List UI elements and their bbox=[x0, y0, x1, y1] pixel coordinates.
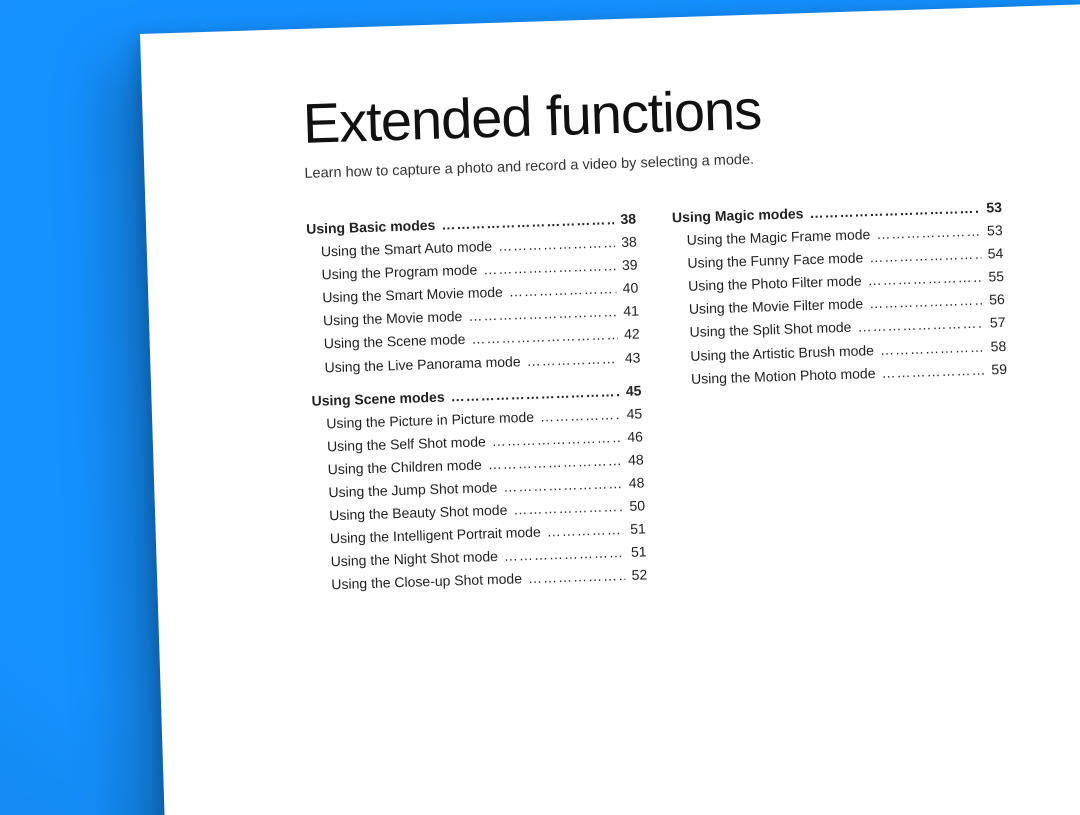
toc-page-number: 40 bbox=[622, 277, 638, 301]
toc-leader-dots bbox=[540, 403, 621, 429]
toc-leader-dots bbox=[876, 220, 981, 246]
toc-page-number: 42 bbox=[624, 323, 640, 347]
toc-page-number: 53 bbox=[987, 219, 1003, 243]
toc-page-number: 50 bbox=[629, 494, 645, 518]
toc-page-number: 46 bbox=[627, 425, 643, 449]
toc-columns: Using Basic modes38Using the Smart Auto … bbox=[306, 194, 1068, 597]
toc-page-number: 57 bbox=[990, 311, 1006, 335]
toc-page-number: 55 bbox=[988, 265, 1004, 289]
toc-page-number: 38 bbox=[621, 231, 637, 255]
toc-page-number: 58 bbox=[990, 335, 1006, 359]
toc-leader-dots bbox=[880, 335, 985, 361]
toc-page-number: 51 bbox=[630, 518, 646, 542]
toc-page-number: 41 bbox=[623, 300, 639, 324]
toc-page-number: 59 bbox=[991, 358, 1007, 382]
toc-page-number: 56 bbox=[989, 288, 1005, 312]
toc-page-number: 38 bbox=[620, 208, 636, 232]
toc-page-number: 48 bbox=[628, 448, 644, 472]
toc-page-number: 53 bbox=[986, 196, 1002, 220]
toc-column-right: Using Magic modes53Using the Magic Frame… bbox=[672, 196, 1014, 586]
toc-leader-dots bbox=[528, 564, 626, 590]
toc-page-number: 51 bbox=[631, 541, 647, 565]
toc-page-number: 48 bbox=[628, 471, 644, 495]
toc-page-number: 45 bbox=[626, 402, 642, 426]
document-page: Extended functions Learn how to capture … bbox=[140, 4, 1080, 815]
toc-page-number: 45 bbox=[626, 379, 642, 403]
toc-column-left: Using Basic modes38Using the Smart Auto … bbox=[306, 208, 648, 598]
toc-leader-dots bbox=[881, 358, 986, 384]
toc-page-number: 43 bbox=[624, 346, 640, 370]
toc-label: Using the Motion Photo mode bbox=[677, 362, 876, 391]
toc-leader-dots bbox=[546, 518, 624, 544]
toc-page-number: 39 bbox=[622, 254, 638, 278]
toc-page-number: 52 bbox=[631, 564, 647, 588]
toc-leader-dots bbox=[513, 495, 624, 522]
page-title: Extended functions bbox=[302, 67, 1054, 156]
toc-page-number: 54 bbox=[987, 242, 1003, 266]
toc-leader-dots bbox=[526, 347, 619, 373]
toc-leader-dots bbox=[508, 277, 617, 303]
